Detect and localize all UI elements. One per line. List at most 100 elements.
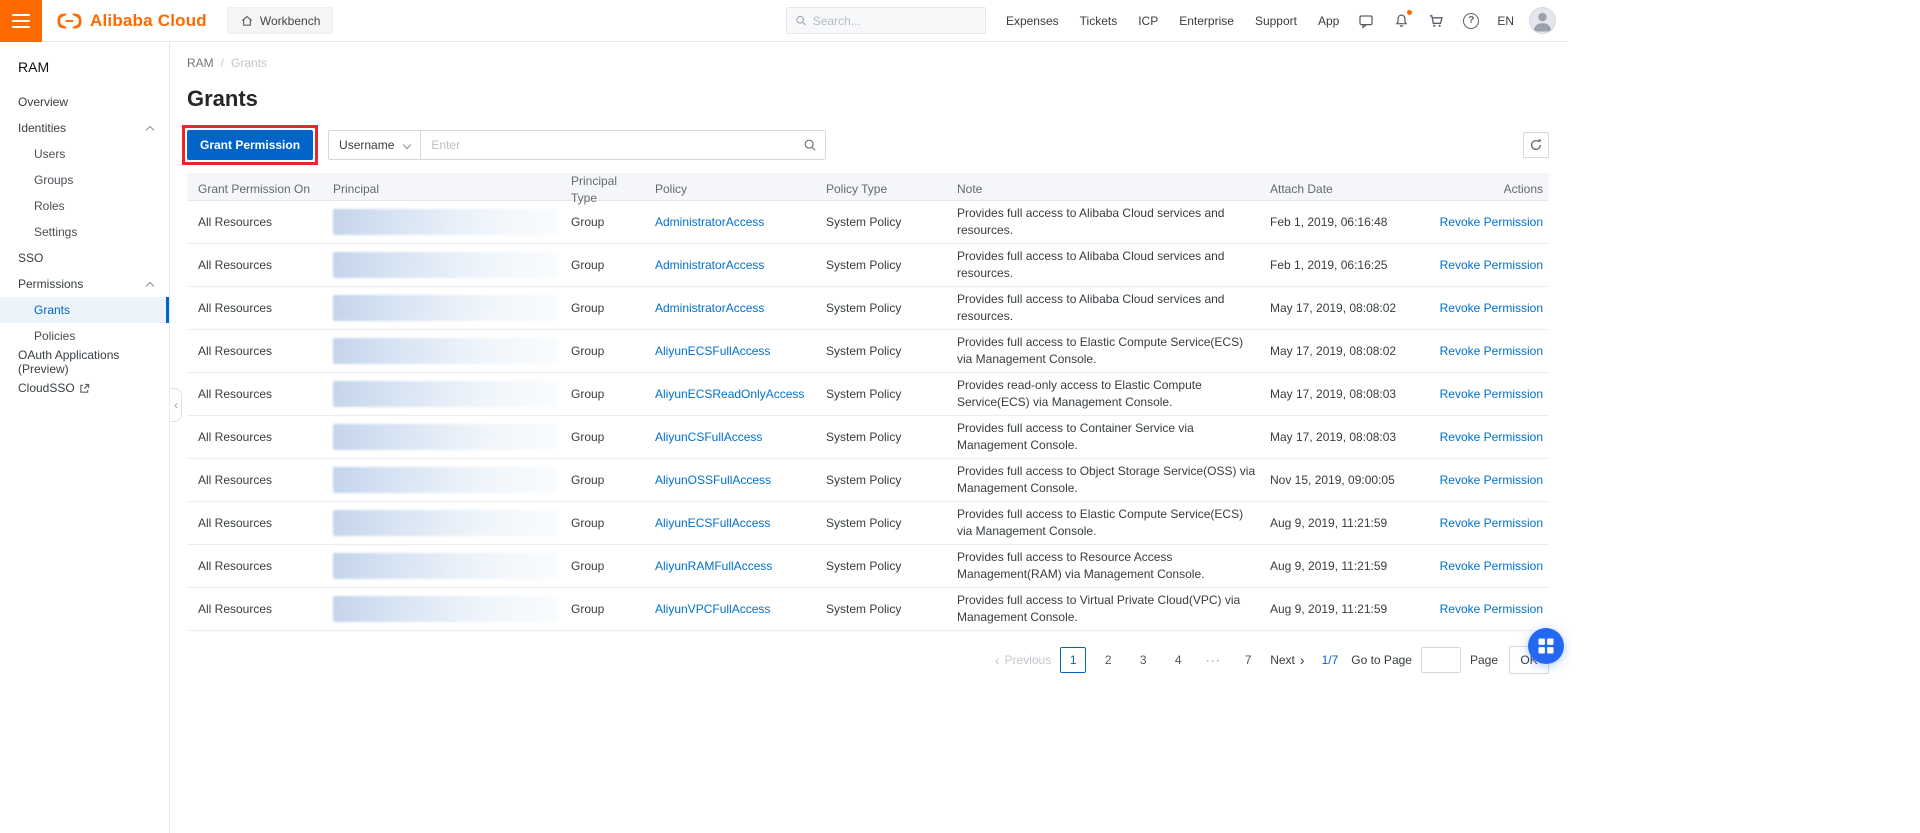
refresh-button[interactable] <box>1523 132 1549 158</box>
cell-principal <box>333 510 571 536</box>
sidebar-collapse-handle[interactable]: ‹ <box>170 388 182 422</box>
goto-page-input[interactable] <box>1421 647 1461 673</box>
hamburger-menu-button[interactable] <box>0 0 42 42</box>
help-icon[interactable]: ? <box>1462 12 1480 30</box>
topbar: Alibaba Cloud Workbench Expenses Tickets… <box>0 0 1568 42</box>
revoke-permission-link[interactable]: Revoke Permission <box>1440 387 1543 401</box>
policy-link[interactable]: AliyunRAMFullAccess <box>655 559 772 573</box>
goto-page-label: Go to Page <box>1351 653 1412 667</box>
sidebar-item-sso[interactable]: SSO <box>0 245 169 271</box>
policy-link[interactable]: AliyunOSSFullAccess <box>655 473 771 487</box>
page-button-2[interactable]: 2 <box>1095 647 1121 673</box>
cell-grant-permission-on: All Resources <box>187 601 333 618</box>
table-header: Grant Permission On Principal Principal … <box>187 173 1549 201</box>
alibaba-cloud-logo-icon <box>56 12 83 30</box>
sidebar-item-policies[interactable]: Policies <box>0 323 169 349</box>
column-header-actions: Actions <box>1421 181 1549 198</box>
cell-principal <box>333 467 571 493</box>
topbar-link-enterprise[interactable]: Enterprise <box>1179 14 1234 28</box>
table-row: All Resources Group AdministratorAccess … <box>187 287 1549 330</box>
notifications-bell-icon[interactable] <box>1392 12 1410 30</box>
messages-icon[interactable] <box>1357 12 1375 30</box>
page-word: Page <box>1470 653 1498 667</box>
cell-grant-permission-on: All Resources <box>187 515 333 532</box>
next-page-button[interactable]: Next › <box>1270 653 1304 667</box>
cell-policy: AdministratorAccess <box>655 300 826 317</box>
sidebar-item-identities[interactable]: Identities <box>0 115 169 141</box>
cell-principal <box>333 295 571 321</box>
topbar-search-input[interactable] <box>813 14 977 28</box>
topbar-links: Expenses Tickets ICP Enterprise Support … <box>1006 14 1339 28</box>
redacted-principal <box>333 596 558 622</box>
redacted-principal <box>333 510 558 536</box>
revoke-permission-link[interactable]: Revoke Permission <box>1440 301 1543 315</box>
revoke-permission-link[interactable]: Revoke Permission <box>1440 473 1543 487</box>
sidebar-item-cloudsso[interactable]: CloudSSO <box>0 375 169 401</box>
policy-link[interactable]: AliyunCSFullAccess <box>655 430 762 444</box>
user-avatar[interactable] <box>1529 7 1556 34</box>
table-row: All Resources Group AliyunECSFullAccess … <box>187 330 1549 373</box>
revoke-permission-link[interactable]: Revoke Permission <box>1440 602 1543 616</box>
topbar-link-expenses[interactable]: Expenses <box>1006 14 1059 28</box>
cell-actions: Revoke Permission <box>1421 515 1549 532</box>
cell-actions: Revoke Permission <box>1421 300 1549 317</box>
cell-attach-date: Feb 1, 2019, 06:16:48 <box>1270 214 1421 231</box>
filter-search-button[interactable] <box>795 131 825 159</box>
page-button-7[interactable]: 7 <box>1235 647 1261 673</box>
cell-principal <box>333 381 571 407</box>
page-button-3[interactable]: 3 <box>1130 647 1156 673</box>
filter-type-select[interactable]: Username <box>328 130 421 160</box>
policy-link[interactable]: AliyunECSFullAccess <box>655 516 770 530</box>
cell-policy: AliyunRAMFullAccess <box>655 558 826 575</box>
app-root: Alibaba Cloud Workbench Expenses Tickets… <box>0 0 1568 833</box>
policy-link[interactable]: AliyunVPCFullAccess <box>655 602 770 616</box>
sidebar-item-settings[interactable]: Settings <box>0 219 169 245</box>
breadcrumb-ram-link[interactable]: RAM <box>187 56 214 70</box>
sidebar-item-oauth-applications[interactable]: OAuth Applications (Preview) <box>0 349 169 375</box>
workbench-label: Workbench <box>260 14 320 28</box>
cell-grant-permission-on: All Resources <box>187 343 333 360</box>
topbar-link-icp[interactable]: ICP <box>1138 14 1158 28</box>
cell-principal <box>333 424 571 450</box>
policy-link[interactable]: AliyunECSFullAccess <box>655 344 770 358</box>
revoke-permission-link[interactable]: Revoke Permission <box>1440 430 1543 444</box>
previous-page-button[interactable]: ‹ Previous <box>995 653 1051 667</box>
filter-input[interactable] <box>420 130 826 160</box>
cell-policy: AliyunVPCFullAccess <box>655 601 826 618</box>
sidebar-item-roles[interactable]: Roles <box>0 193 169 219</box>
revoke-permission-link[interactable]: Revoke Permission <box>1440 516 1543 530</box>
sidebar-item-groups[interactable]: Groups <box>0 167 169 193</box>
policy-link[interactable]: AdministratorAccess <box>655 258 764 272</box>
sidebar-item-permissions[interactable]: Permissions <box>0 271 169 297</box>
grant-permission-button[interactable]: Grant Permission <box>187 130 313 160</box>
cell-grant-permission-on: All Resources <box>187 257 333 274</box>
policy-link[interactable]: AdministratorAccess <box>655 301 764 315</box>
topbar-link-app[interactable]: App <box>1318 14 1339 28</box>
revoke-permission-link[interactable]: Revoke Permission <box>1440 258 1543 272</box>
cell-principal-type: Group <box>571 386 655 403</box>
topbar-search-box[interactable] <box>786 7 986 34</box>
revoke-permission-link[interactable]: Revoke Permission <box>1440 559 1543 573</box>
revoke-permission-link[interactable]: Revoke Permission <box>1440 344 1543 358</box>
floating-widget-button[interactable] <box>1528 628 1564 664</box>
topbar-link-tickets[interactable]: Tickets <box>1080 14 1118 28</box>
breadcrumb-current: Grants <box>231 56 267 70</box>
alibaba-cloud-logo[interactable]: Alibaba Cloud <box>56 11 207 31</box>
sidebar-item-grants[interactable]: Grants <box>0 297 169 323</box>
sidebar-item-overview[interactable]: Overview <box>0 89 169 115</box>
notification-dot <box>1407 10 1412 15</box>
language-selector[interactable]: EN <box>1497 14 1514 28</box>
page-button-4[interactable]: 4 <box>1165 647 1191 673</box>
grants-table: Grant Permission On Principal Principal … <box>187 173 1549 631</box>
redacted-principal <box>333 467 558 493</box>
sidebar-item-users[interactable]: Users <box>0 141 169 167</box>
topbar-link-support[interactable]: Support <box>1255 14 1297 28</box>
workbench-button[interactable]: Workbench <box>227 7 333 34</box>
page-button-1[interactable]: 1 <box>1060 647 1086 673</box>
cart-icon[interactable] <box>1427 12 1445 30</box>
page-ellipsis[interactable]: ··· <box>1200 647 1226 673</box>
policy-link[interactable]: AliyunECSReadOnlyAccess <box>655 387 804 401</box>
revoke-permission-link[interactable]: Revoke Permission <box>1440 215 1543 229</box>
external-link-icon <box>79 383 90 394</box>
policy-link[interactable]: AdministratorAccess <box>655 215 764 229</box>
